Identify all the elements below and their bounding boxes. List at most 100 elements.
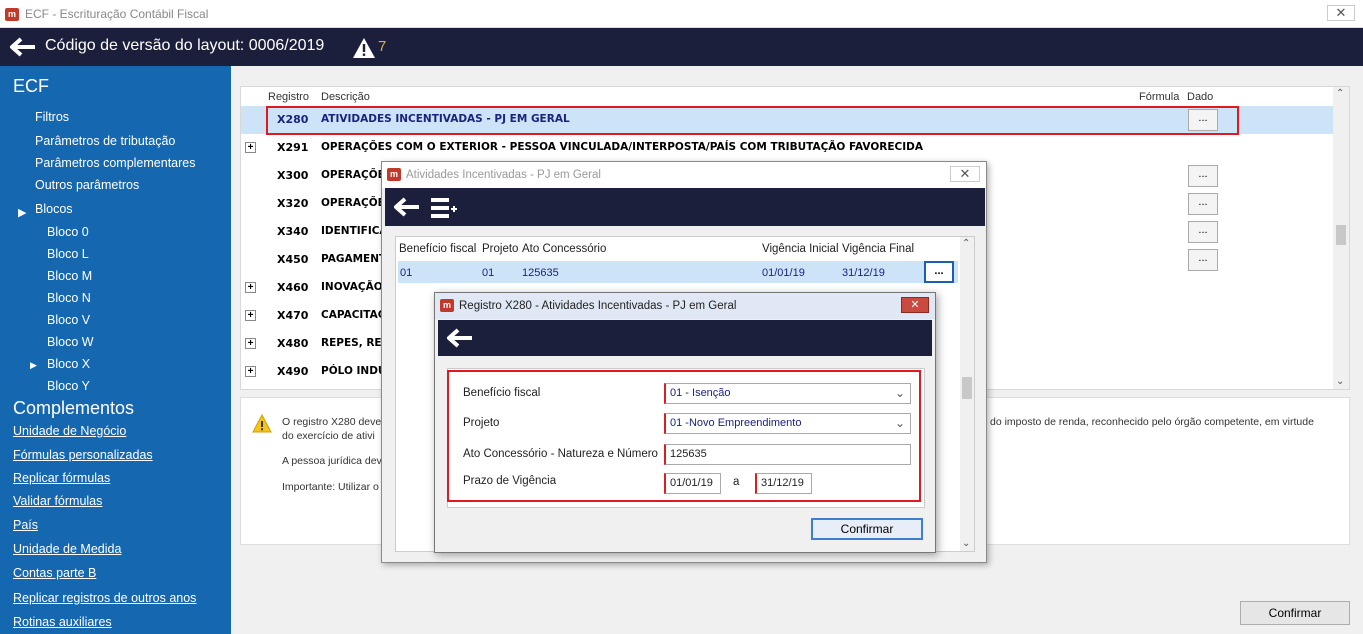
grid-scrollbar[interactable]: ⌃ ⌄ [960, 237, 974, 551]
record-code: X470 [277, 309, 309, 322]
data-ellipsis-button[interactable]: ... [1188, 165, 1218, 187]
back-arrow-icon[interactable] [446, 328, 474, 348]
col-header-vigencia-final[interactable]: Vigência Final [842, 243, 914, 255]
sidebar-item-bloco-l[interactable]: Bloco L [47, 247, 89, 261]
sidebar-item-parametros-tributacao[interactable]: Parâmetros de tributação [35, 134, 175, 148]
record-code: X291 [277, 141, 309, 154]
scroll-down-icon[interactable]: ⌄ [962, 538, 970, 549]
sidebar-item-bloco-x[interactable]: Bloco X [47, 357, 90, 371]
dialog-toolbar [385, 188, 985, 226]
scroll-up-icon[interactable]: ⌃ [962, 238, 970, 249]
col-header-descricao[interactable]: Descrição [321, 91, 370, 103]
scroll-thumb[interactable] [962, 377, 972, 399]
col-header-formula[interactable]: Fórmula [1139, 91, 1179, 103]
warning-icon[interactable] [352, 36, 376, 60]
expand-row-icon[interactable]: + [245, 366, 256, 377]
link-pais[interactable]: País [13, 518, 38, 532]
expand-triangle-icon[interactable]: ▶ [30, 360, 37, 371]
col-header-registro[interactable]: Registro [268, 91, 309, 103]
link-validar-formulas[interactable]: Validar fórmulas [13, 494, 102, 508]
add-record-icon[interactable] [431, 197, 459, 219]
dialog-titlebar: m Atividades Incentivadas - PJ em Geral … [382, 162, 986, 188]
confirm-button[interactable]: Confirmar [811, 518, 923, 540]
warning-icon [252, 414, 272, 433]
complementos-title: Complementos [13, 398, 135, 418]
data-ellipsis-button[interactable]: ... [1188, 193, 1218, 215]
col-header-beneficio[interactable]: Benefício fiscal [399, 243, 476, 255]
record-code: X340 [277, 225, 309, 238]
app-logo-icon: m [5, 8, 19, 21]
cell-vigencia-final: 31/12/19 [842, 267, 885, 279]
sidebar-item-outros-parametros[interactable]: Outros parâmetros [35, 178, 139, 192]
app-logo-icon: m [440, 299, 454, 312]
link-replicar-registros[interactable]: Replicar registros de outros anos [13, 591, 196, 605]
confirm-button[interactable]: Confirmar [1240, 601, 1350, 625]
sidebar-item-bloco-n[interactable]: Bloco N [47, 291, 91, 305]
sidebar-item-bloco-w[interactable]: Bloco W [47, 335, 94, 349]
expand-row-icon[interactable]: + [245, 142, 256, 153]
scroll-up-icon[interactable]: ⌃ [1336, 88, 1344, 99]
grid-scrollbar[interactable]: ⌃ ⌄ [1333, 87, 1349, 389]
record-code: X490 [277, 365, 309, 378]
cell-vigencia-inicial: 01/01/19 [762, 267, 805, 279]
link-unidade-negocio[interactable]: Unidade de Negócio [13, 424, 126, 438]
sidebar-title: ECF [13, 76, 49, 96]
sidebar-item-parametros-complementares[interactable]: Parâmetros complementares [35, 156, 195, 170]
expand-row-icon[interactable]: + [245, 310, 256, 321]
info-text: Importante: Utilizar o [282, 481, 379, 493]
cell-projeto: 01 [482, 267, 495, 279]
scroll-down-icon[interactable]: ⌄ [1336, 376, 1344, 387]
highlight-box [447, 370, 921, 502]
record-description: INOVAÇÃO [321, 281, 383, 293]
dialog-close-button[interactable]: ✕ [901, 297, 929, 313]
back-arrow-icon[interactable] [9, 37, 37, 57]
window-close-button[interactable]: ✕ [1327, 5, 1355, 21]
cell-beneficio: 01 [400, 267, 413, 279]
row-ellipsis-button[interactable]: ... [924, 261, 954, 283]
record-code: X480 [277, 337, 309, 350]
sidebar-item-bloco-m[interactable]: Bloco M [47, 269, 92, 283]
record-description: CAPACITAÇ [321, 309, 386, 321]
expand-row-icon[interactable]: + [245, 338, 256, 349]
window-title: ECF - Escrituração Contábil Fiscal [25, 7, 209, 21]
warning-count[interactable]: 7 [378, 38, 386, 55]
record-code: X320 [277, 197, 309, 210]
sidebar-item-bloco-y[interactable]: Bloco Y [47, 379, 90, 393]
scroll-thumb[interactable] [1336, 225, 1346, 245]
record-code: X450 [277, 253, 309, 266]
col-header-projeto[interactable]: Projeto [482, 243, 518, 255]
col-header-ato[interactable]: Ato Concessório [522, 243, 606, 255]
sidebar-item-bloco-v[interactable]: Bloco V [47, 313, 90, 327]
highlight-box [266, 106, 1239, 135]
app-logo-icon: m [387, 168, 401, 181]
record-description: PAGAMENT [321, 253, 387, 265]
link-contas-parte-b[interactable]: Contas parte B [13, 566, 96, 580]
col-header-dado[interactable]: Dado [1187, 91, 1213, 103]
info-text: A pessoa jurídica dev [282, 455, 382, 467]
info-text: do exercício de ativi [282, 430, 375, 442]
sidebar-item-blocos[interactable]: Blocos [35, 202, 73, 216]
dialog-toolbar [438, 320, 932, 356]
dialog-titlebar: m Registro X280 - Atividades Incentivada… [435, 293, 935, 319]
expand-triangle-icon[interactable]: ▶ [18, 206, 26, 219]
table-row[interactable]: 01 01 125635 01/01/19 31/12/19 ... [398, 261, 958, 283]
data-ellipsis-button[interactable]: ... [1188, 221, 1218, 243]
link-formulas-personalizadas[interactable]: Fórmulas personalizadas [13, 448, 153, 462]
sidebar-item-filtros[interactable]: Filtros [35, 110, 69, 124]
col-header-vigencia-inicial[interactable]: Vigência Inicial [762, 243, 839, 255]
info-text: O registro X280 deve [282, 416, 382, 428]
expand-row-icon[interactable]: + [245, 282, 256, 293]
table-row[interactable]: + X291 OPERAÇÕES COM O EXTERIOR - PESSOA… [241, 134, 1333, 162]
link-rotinas-auxiliares[interactable]: Rotinas auxiliares [13, 615, 112, 629]
data-ellipsis-button[interactable]: ... [1188, 249, 1218, 271]
link-replicar-formulas[interactable]: Replicar fórmulas [13, 471, 110, 485]
record-description: OPERAÇÕES COM O EXTERIOR - PESSOA VINCUL… [321, 141, 923, 153]
info-text: do imposto de renda, reconhecido pelo ór… [990, 416, 1314, 428]
record-code: X460 [277, 281, 309, 294]
header-bar: Código de versão do layout: 0006/2019 7 [0, 28, 1363, 66]
sidebar-item-bloco-0[interactable]: Bloco 0 [47, 225, 89, 239]
window-titlebar: m ECF - Escrituração Contábil Fiscal ✕ [0, 0, 1363, 28]
dialog-close-button[interactable]: ✕ [950, 166, 980, 182]
link-unidade-medida[interactable]: Unidade de Medida [13, 542, 121, 556]
back-arrow-icon[interactable] [393, 197, 421, 217]
